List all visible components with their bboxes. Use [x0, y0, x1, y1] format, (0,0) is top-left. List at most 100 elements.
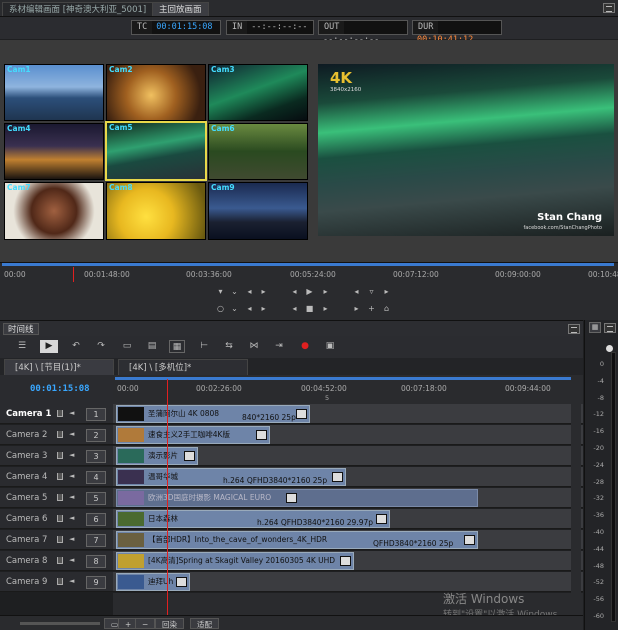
marker-icon[interactable]: ▿ — [367, 287, 376, 296]
track-lane[interactable]: [4K高清]Spring at Skagit Valley 20160305 4… — [113, 551, 583, 571]
track-lane[interactable]: 欧洲3D国庭时摄影 MAGICAL EURO — [113, 488, 583, 508]
track-number-button[interactable]: 9 — [86, 576, 106, 589]
track-lane[interactable]: 迪拜Uh — [113, 572, 583, 592]
remove-button[interactable]: − — [135, 618, 156, 629]
cam3-view[interactable]: Cam3 — [208, 64, 308, 121]
clip-icon[interactable]: ▭ — [119, 340, 135, 353]
speaker-icon[interactable]: ◄ — [69, 577, 78, 586]
clip[interactable]: [4K高清]Spring at Skagit Valley 20160305 4… — [116, 552, 354, 570]
render-button[interactable]: 回染 — [155, 618, 184, 629]
tab-clip-editor[interactable]: 系材编辑画面 [神奇澳大利亚_5001] — [2, 2, 154, 16]
sequence-icon[interactable]: ▤ — [144, 340, 160, 353]
rewind-icon[interactable]: ◂ — [290, 304, 299, 313]
track-number-button[interactable]: 3 — [86, 450, 106, 463]
playhead-top[interactable] — [73, 267, 74, 283]
speaker-icon[interactable]: ◄ — [69, 556, 78, 565]
clear-in-icon[interactable]: ○ — [216, 304, 225, 313]
lock-icon[interactable] — [57, 557, 63, 564]
track-number-button[interactable]: 6 — [86, 513, 106, 526]
track-number-button[interactable]: 7 — [86, 534, 106, 547]
cam6-view[interactable]: Cam6 — [208, 123, 308, 180]
cam1-view[interactable]: Cam1 — [4, 64, 104, 121]
track-lane[interactable]: 日本森林 h.264 QFHD3840*2160 29.97p — [113, 509, 583, 529]
speaker-icon[interactable]: ◄ — [69, 430, 78, 439]
lock-icon[interactable] — [57, 515, 63, 522]
speaker-icon[interactable]: ◄ — [69, 451, 78, 460]
timeline-menu-icon[interactable] — [568, 324, 580, 334]
track-lane[interactable]: 圣蒲岡尔山 4K 0808 840*2160 25p — [113, 404, 583, 424]
clip[interactable]: 日本森林 h.264 QFHD3840*2160 29.97p — [116, 510, 390, 528]
track-number-button[interactable]: 5 — [86, 492, 106, 505]
lock-icon[interactable] — [57, 410, 63, 417]
shuttle-forward-icon[interactable]: ▸ — [259, 304, 268, 313]
mode-icon[interactable]: ▶ — [40, 340, 58, 353]
fast-forward-icon[interactable]: ▸ — [321, 304, 330, 313]
stop-icon[interactable]: ■ — [305, 304, 314, 313]
overwrite-icon[interactable]: + — [367, 304, 376, 313]
cam8-view[interactable]: Cam8 — [106, 182, 206, 240]
play-icon[interactable]: ▶ — [305, 287, 314, 296]
prev-edit-icon[interactable]: ◂ — [352, 287, 361, 296]
go-in-icon[interactable]: ◂ — [245, 287, 254, 296]
lock-icon[interactable] — [57, 536, 63, 543]
snap-icon[interactable]: ⇥ — [271, 340, 287, 353]
cam7-view[interactable]: Cam7 — [4, 182, 104, 240]
speaker-icon[interactable]: ◄ — [69, 535, 78, 544]
clip[interactable]: 迪拜Uh — [116, 573, 190, 591]
track-number-button[interactable]: 8 — [86, 555, 106, 568]
save-icon[interactable]: ▣ — [322, 340, 338, 353]
tab-program[interactable]: [4K] \ [节目(1)]* — [4, 359, 114, 375]
clip[interactable]: 圣蒲岡尔山 4K 0808 840*2160 25p — [116, 405, 310, 423]
step-back-icon[interactable]: ◂ — [290, 287, 299, 296]
ripple-icon[interactable]: ⇆ — [221, 340, 237, 353]
meter-mode-icon[interactable]: ▦ — [589, 322, 601, 333]
step-forward-icon[interactable]: ▸ — [321, 287, 330, 296]
zoom-slider[interactable] — [20, 622, 100, 625]
mark-out-icon[interactable]: ⌄ — [230, 287, 239, 296]
speaker-icon[interactable]: ◄ — [69, 472, 78, 481]
speaker-icon[interactable]: ◄ — [69, 409, 78, 418]
track-number-button[interactable]: 1 — [86, 408, 106, 421]
clip[interactable]: 欧洲3D国庭时摄影 MAGICAL EURO — [116, 489, 478, 507]
undo-icon[interactable]: ↶ — [68, 340, 84, 353]
tab-multicam[interactable]: [4K] \ [多机位]* — [118, 359, 248, 375]
speaker-icon[interactable]: ◄ — [69, 514, 78, 523]
track-lane[interactable]: 演示影片 — [113, 446, 583, 466]
insert-icon[interactable]: ▸ — [352, 304, 361, 313]
cam5-view[interactable]: Cam5 — [105, 121, 207, 181]
lock-icon[interactable] — [57, 473, 63, 480]
timeline-vscrollbar[interactable] — [571, 376, 581, 614]
speaker-icon[interactable]: ◄ — [69, 493, 78, 502]
track-number-button[interactable]: 4 — [86, 471, 106, 484]
program-preview[interactable]: 4K 3840x2160 Stan Chang facebook.com/Sta… — [318, 64, 614, 236]
cam4-view[interactable]: Cam4 — [4, 123, 104, 180]
record-icon[interactable]: ● — [297, 340, 313, 353]
go-out-icon[interactable]: ▸ — [259, 287, 268, 296]
multicam-icon[interactable]: ▦ — [169, 340, 185, 353]
clip[interactable]: 速食主义2手工咖啡4K版 — [116, 426, 270, 444]
cam9-view[interactable]: Cam9 — [208, 182, 308, 240]
trim-icon[interactable]: ⊢ — [196, 340, 212, 353]
next-edit-icon[interactable]: ▸ — [382, 287, 391, 296]
track-lane[interactable]: 速食主义2手工咖啡4K版 — [113, 425, 583, 445]
timeline-playhead[interactable] — [167, 379, 168, 615]
panel-menu-icon[interactable] — [603, 3, 615, 13]
track-number-button[interactable]: 2 — [86, 429, 106, 442]
shuttle-back-icon[interactable]: ◂ — [245, 304, 254, 313]
clip[interactable]: 演示影片 — [116, 447, 198, 465]
toggle-view-icon[interactable]: ☰ — [14, 340, 30, 353]
export-icon[interactable]: ⌂ — [382, 304, 391, 313]
playback-ruler[interactable]: 00:00 00:01:48:00 00:03:36:00 00:05:24:0… — [0, 262, 618, 283]
track-lane[interactable]: 【首部HDR】Into_the_cave_of_wonders_4K_HDR QF… — [113, 530, 583, 550]
lock-icon[interactable] — [57, 452, 63, 459]
split-icon[interactable]: ⋈ — [246, 340, 262, 353]
mark-in-icon[interactable]: ▾ — [216, 287, 225, 296]
redo-icon[interactable]: ↷ — [93, 340, 109, 353]
lock-icon[interactable] — [57, 431, 63, 438]
clip[interactable]: 温哥华城 h.264 QFHD3840*2160 25p — [116, 468, 346, 486]
clear-out-icon[interactable]: ⌄ — [230, 304, 239, 313]
clip[interactable]: 【首部HDR】Into_the_cave_of_wonders_4K_HDR QF… — [116, 531, 478, 549]
lock-icon[interactable] — [57, 494, 63, 501]
track-lane[interactable]: 温哥华城 h.264 QFHD3840*2160 25p — [113, 467, 583, 487]
lock-icon[interactable] — [57, 578, 63, 585]
